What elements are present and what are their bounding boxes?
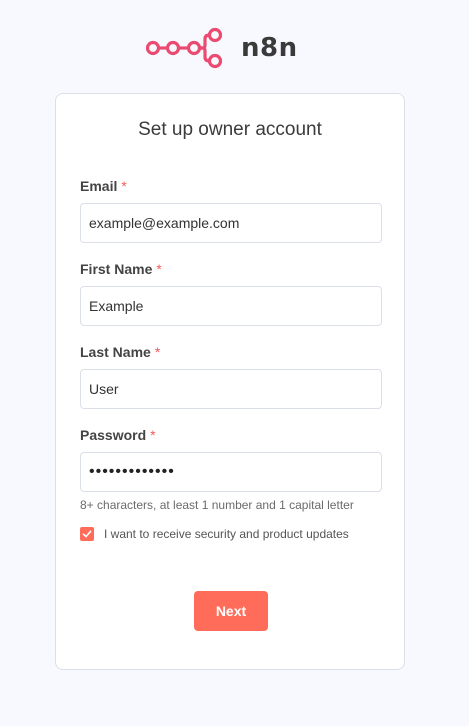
email-label: Email * [80,178,127,194]
required-marker: * [154,344,161,360]
last-name-label: Last Name * [80,344,160,360]
required-marker: * [156,261,162,277]
required-marker: * [150,427,156,443]
next-button[interactable]: Next [194,591,268,631]
page-title: Set up owner account [138,119,322,140]
owner-setup-card: Set up owner account Email* First Name* … [55,93,405,670]
password-label-text: Password [80,427,147,443]
password-label: Password * [80,427,156,443]
first-name-label-text: First Name [80,261,153,277]
password-field[interactable] [80,452,382,492]
updates-checkbox[interactable] [80,527,94,541]
password-hint: 8+ characters, at least 1 number and 1 c… [80,498,354,512]
first-name-field[interactable] [80,286,382,326]
n8n-logo-icon [145,27,227,69]
email-label-text: Email [80,178,118,194]
email-field[interactable] [80,203,382,243]
first-name-label: First Name * [80,261,162,277]
last-name-field[interactable] [80,369,382,409]
updates-checkbox-row[interactable]: I want to receive security and product u… [80,527,349,541]
required-marker: * [121,178,127,194]
last-name-label-text: Last Name [80,344,151,360]
checkmark-icon [82,530,92,538]
updates-checkbox-label: I want to receive security and product u… [104,527,349,541]
n8n-logo: n8n [145,27,298,69]
brand-name: n8n [241,33,298,63]
